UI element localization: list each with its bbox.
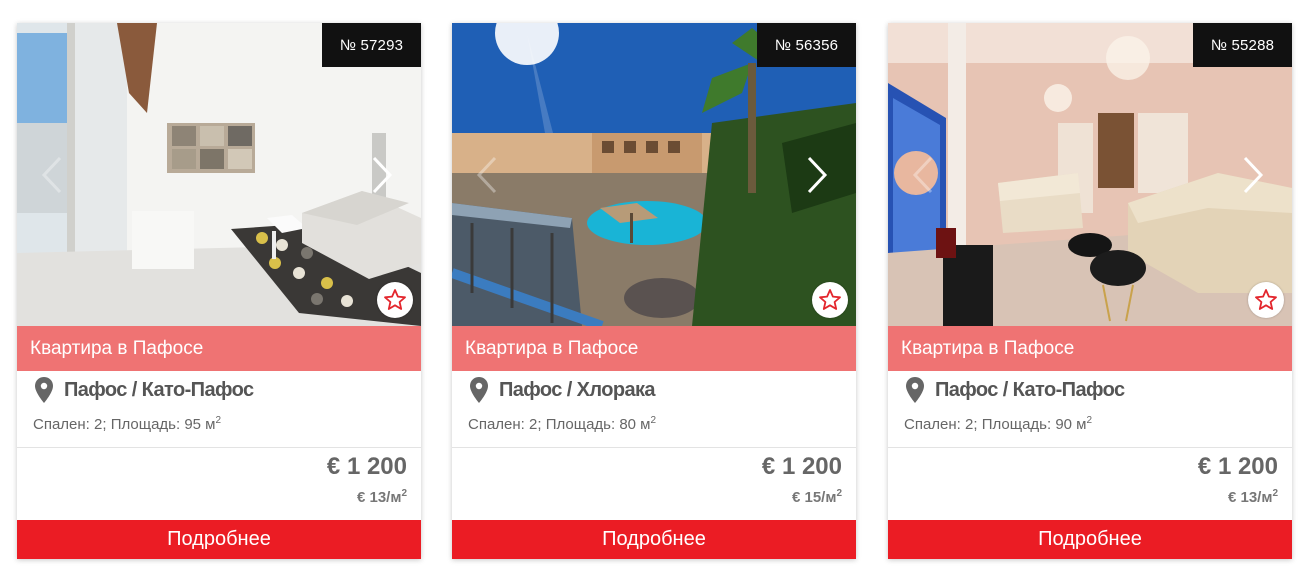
ppm-text: € 13/м [1227, 489, 1273, 506]
listing-title: Квартира в Пафосе [17, 326, 421, 371]
map-pin-icon [35, 377, 53, 403]
divider [17, 447, 421, 448]
previous-photo-button[interactable] [37, 155, 67, 195]
listing-photo[interactable]: № 55288 [888, 23, 1292, 326]
ppm-unit-sup: 2 [1272, 488, 1278, 499]
chevron-right-icon [1243, 156, 1264, 194]
ppm-unit-sup: 2 [401, 488, 407, 499]
star-icon [819, 289, 841, 310]
divider [452, 447, 856, 448]
next-photo-button[interactable] [367, 155, 397, 195]
listing-card[interactable]: № 57293 Квартира в Пафосе Пафос / Като-П… [17, 23, 421, 559]
details-button[interactable]: Подробнее [888, 520, 1292, 559]
listing-location: Пафос / Като-Пафос [34, 375, 254, 405]
listing-price: € 1 200 [326, 453, 407, 480]
listing-details: Спален: 2; Площадь: 90 м2 [904, 415, 1092, 433]
location-text: Пафос / Като-Пафос [64, 378, 254, 401]
listing-price: € 1 200 [1197, 453, 1278, 480]
listing-location: Пафос / Като-Пафос [905, 375, 1125, 405]
lounge-photo [888, 23, 1292, 326]
pool-courtyard-photo [452, 23, 856, 326]
price-per-square-meter: € 13/м2 [1228, 488, 1278, 506]
location-text: Пафос / Хлоракa [499, 378, 656, 401]
listing-card[interactable]: № 56356 Квартира в Пафосе Пафос / Хлорак… [452, 23, 856, 559]
chevron-left-icon [41, 156, 62, 194]
listing-price: € 1 200 [761, 453, 842, 480]
details-button[interactable]: Подробнее [452, 520, 856, 559]
listing-number-badge: № 56356 [757, 23, 856, 67]
favorite-button[interactable] [812, 282, 848, 318]
previous-photo-button[interactable] [472, 155, 502, 195]
price-per-square-meter: € 15/м2 [792, 488, 842, 506]
star-icon [384, 289, 406, 310]
listing-details: Спален: 2; Площадь: 80 м2 [468, 415, 656, 433]
ppm-text: € 13/м [356, 489, 402, 506]
details-unit-sup: 2 [215, 415, 222, 426]
details-text: Спален: 2; Площадь: 95 м [33, 416, 216, 433]
listing-photo[interactable]: № 56356 [452, 23, 856, 326]
favorite-button[interactable] [1248, 282, 1284, 318]
favorite-button[interactable] [377, 282, 413, 318]
details-unit-sup: 2 [1086, 415, 1093, 426]
divider [888, 447, 1292, 448]
location-text: Пафос / Като-Пафос [935, 378, 1125, 401]
listing-number-badge: № 57293 [322, 23, 421, 67]
previous-photo-button[interactable] [908, 155, 938, 195]
ppm-text: € 15/м [791, 489, 837, 506]
details-unit-sup: 2 [650, 415, 657, 426]
living-room-photo [17, 23, 421, 326]
listing-location: Пафос / Хлоракa [469, 375, 656, 405]
chevron-right-icon [372, 156, 393, 194]
listing-details: Спален: 2; Площадь: 95 м2 [33, 415, 221, 433]
ppm-unit-sup: 2 [836, 488, 842, 499]
details-text: Спален: 2; Площадь: 80 м [468, 416, 651, 433]
chevron-left-icon [912, 156, 933, 194]
map-pin-icon [470, 377, 488, 403]
chevron-left-icon [476, 156, 497, 194]
price-per-square-meter: € 13/м2 [357, 488, 407, 506]
listing-photo[interactable]: № 57293 [17, 23, 421, 326]
chevron-right-icon [807, 156, 828, 194]
map-pin-icon [906, 377, 924, 403]
next-photo-button[interactable] [1238, 155, 1268, 195]
listing-title: Квартира в Пафосе [888, 326, 1292, 371]
listing-title: Квартира в Пафосе [452, 326, 856, 371]
listing-card[interactable]: № 55288 Квартира в Пафосе Пафос / Като-П… [888, 23, 1292, 559]
details-button[interactable]: Подробнее [17, 520, 421, 559]
listing-number-badge: № 55288 [1193, 23, 1292, 67]
star-icon [1255, 289, 1277, 310]
details-text: Спален: 2; Площадь: 90 м [904, 416, 1087, 433]
next-photo-button[interactable] [802, 155, 832, 195]
